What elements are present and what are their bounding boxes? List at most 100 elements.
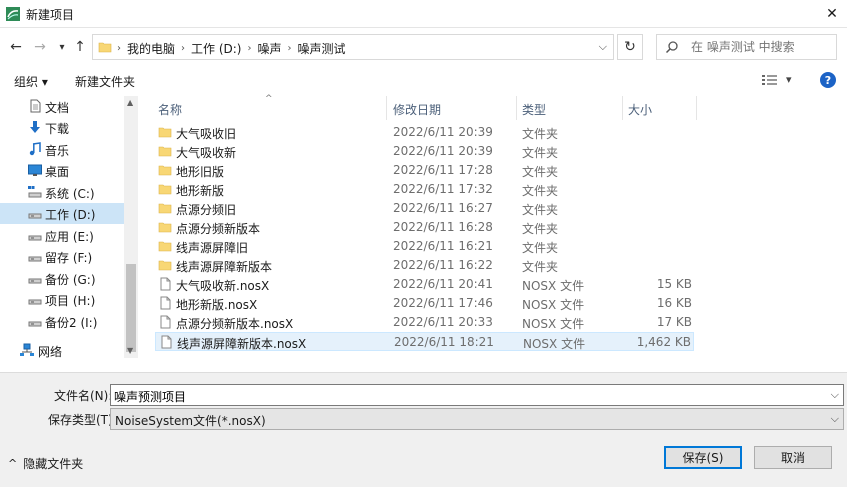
- breadcrumb-item[interactable]: 噪声: [257, 40, 281, 57]
- save-form: 文件名(N): ⌵ 保存类型(T): NoiseSystem文件(*.nosX)…: [0, 372, 847, 487]
- chevron-down-icon[interactable]: ⌵: [831, 388, 839, 402]
- nav-item-drive-g[interactable]: 备份 (G:): [0, 268, 124, 289]
- column-divider[interactable]: [516, 96, 517, 120]
- folder-icon: [158, 127, 172, 138]
- help-button[interactable]: ?: [820, 72, 836, 88]
- network-icon: [20, 343, 34, 356]
- file-row[interactable]: 大气吸收新.nosX 2022/6/11 20:41 NOSX 文件 15 KB: [155, 275, 694, 294]
- folder-icon: [158, 165, 172, 176]
- column-divider[interactable]: [622, 96, 623, 120]
- file-list: ^ 名称 修改日期 类型 大小 大气吸收旧 2022/6/11 20:39 文件夹大…: [138, 94, 847, 370]
- file-row[interactable]: 大气吸收旧 2022/6/11 20:39 文件夹: [155, 123, 694, 142]
- folder-icon: [98, 42, 112, 53]
- file-size: 1,462 KB: [636, 335, 691, 349]
- forward-button[interactable]: →: [32, 38, 48, 56]
- file-name: 线声源屏障旧: [176, 241, 249, 255]
- nav-item-drive-f[interactable]: 留存 (F:): [0, 246, 124, 267]
- file-icon: [161, 335, 172, 349]
- nav-item-label: 留存 (F:): [45, 251, 93, 265]
- column-size[interactable]: 大小: [628, 101, 652, 118]
- up-arrow-icon: ↑: [74, 39, 86, 55]
- nav-item-drive-d[interactable]: 工作 (D:): [0, 203, 124, 224]
- file-row[interactable]: 点源分频新版本.nosX 2022/6/11 20:33 NOSX 文件 17 KB: [155, 313, 694, 332]
- breadcrumb-item[interactable]: 噪声测试: [298, 40, 346, 57]
- file-row[interactable]: 点源分频新版本 2022/6/11 16:28 文件夹: [155, 218, 694, 237]
- column-divider[interactable]: [386, 96, 387, 120]
- file-date: 2022/6/11 20:39: [393, 144, 493, 158]
- nav-item-drive-c[interactable]: 系统 (C:): [0, 182, 124, 203]
- file-type: NOSX 文件: [523, 337, 586, 351]
- command-bar: 组织 ▾ 新建文件夹 ▾ ?: [0, 68, 847, 94]
- filename-input[interactable]: [114, 388, 814, 404]
- column-type[interactable]: 类型: [522, 101, 546, 118]
- drive-icon: [28, 235, 42, 241]
- column-name[interactable]: 名称: [158, 101, 182, 118]
- file-row[interactable]: 线声源屏障新版本.nosX 2022/6/11 18:21 NOSX 文件 1,462…: [155, 332, 694, 351]
- file-type: 文件夹: [522, 203, 559, 217]
- file-size: 16 KB: [656, 296, 692, 310]
- chevron-down-icon: ▾: [59, 41, 65, 53]
- close-button[interactable]: ✕: [817, 0, 847, 28]
- filename-box[interactable]: ⌵: [110, 384, 844, 406]
- nav-item-label: 音乐: [45, 144, 70, 158]
- breadcrumb-separator: ›: [181, 43, 186, 54]
- scroll-down-icon[interactable]: ▼: [127, 346, 133, 355]
- folder-icon: [158, 222, 172, 233]
- file-row[interactable]: 大气吸收新 2022/6/11 20:39 文件夹: [155, 142, 694, 161]
- file-size: 17 KB: [656, 315, 692, 329]
- file-type: 文件夹: [522, 165, 559, 179]
- file-name: 地形新版.nosX: [176, 298, 258, 312]
- breadcrumb-item[interactable]: 我的电脑: [127, 40, 175, 57]
- drive-icon: [28, 256, 42, 262]
- nav-item-downloads[interactable]: 下载: [0, 117, 124, 138]
- address-dropdown-icon[interactable]: ⌵: [599, 40, 607, 54]
- cancel-button[interactable]: 取消: [754, 446, 832, 469]
- file-row[interactable]: 线声源屏障旧 2022/6/11 16:21 文件夹: [155, 237, 694, 256]
- forward-icon: →: [34, 39, 46, 55]
- file-row[interactable]: 地形新版 2022/6/11 17:32 文件夹: [155, 180, 694, 199]
- view-options-button[interactable]: ▾: [762, 73, 792, 86]
- breadcrumb-item[interactable]: 工作 (D:): [191, 40, 241, 57]
- save-button[interactable]: 保存(S): [664, 446, 742, 469]
- column-modified[interactable]: 修改日期: [393, 101, 441, 118]
- refresh-button[interactable]: ↻: [617, 34, 643, 60]
- nav-item-music[interactable]: 音乐: [0, 139, 124, 160]
- nav-item-network[interactable]: 网络: [0, 340, 124, 361]
- filetype-select[interactable]: NoiseSystem文件(*.nosX) ⌵: [110, 408, 844, 430]
- file-date: 2022/6/11 16:21: [393, 239, 493, 253]
- up-button[interactable]: ↑: [72, 38, 88, 56]
- organize-button[interactable]: 组织 ▾: [14, 73, 48, 90]
- scroll-up-icon[interactable]: ▲: [127, 98, 133, 107]
- scrollbar-thumb[interactable]: [126, 264, 136, 352]
- nav-item-label: 工作 (D:): [45, 208, 96, 222]
- file-row[interactable]: 地形新版.nosX 2022/6/11 17:46 NOSX 文件 16 KB: [155, 294, 694, 313]
- file-date: 2022/6/11 17:32: [393, 182, 493, 196]
- hide-folders-button[interactable]: ^ 隐藏文件夹: [8, 455, 83, 472]
- file-row[interactable]: 线声源屏障新版本 2022/6/11 16:22 文件夹: [155, 256, 694, 275]
- file-name: 点源分频旧: [176, 203, 237, 217]
- drive-icon: [28, 299, 42, 305]
- file-name: 点源分频新版本: [176, 222, 261, 236]
- filename-label: 文件名(N):: [54, 389, 113, 403]
- back-button[interactable]: ←: [8, 38, 24, 56]
- column-divider[interactable]: [696, 96, 697, 120]
- search-input[interactable]: [691, 39, 831, 55]
- nav-item-drive-i[interactable]: 备份2 (I:): [0, 311, 124, 332]
- document-icon: [30, 99, 41, 113]
- address-box[interactable]: › 我的电脑 › 工作 (D:) › 噪声 › 噪声测试 ⌵: [92, 34, 614, 60]
- nav-item-desktop[interactable]: 桌面: [0, 160, 124, 181]
- nav-item-drive-h[interactable]: 项目 (H:): [0, 289, 124, 310]
- window-title: 新建项目: [26, 8, 75, 22]
- nav-item-drive-e[interactable]: 应用 (E:): [0, 225, 124, 246]
- file-row[interactable]: 点源分频旧 2022/6/11 16:27 文件夹: [155, 199, 694, 218]
- new-folder-button[interactable]: 新建文件夹: [75, 73, 135, 90]
- file-row[interactable]: 地形旧版 2022/6/11 17:28 文件夹: [155, 161, 694, 180]
- nav-item-documents[interactable]: 文档: [0, 96, 124, 117]
- breadcrumb-separator: ›: [287, 43, 292, 54]
- breadcrumb-separator: ›: [117, 43, 121, 54]
- back-icon: ←: [10, 39, 22, 55]
- recent-locations-button[interactable]: ▾: [54, 38, 70, 56]
- file-icon: [160, 296, 171, 310]
- navigation-scrollbar[interactable]: ▲ ▼: [124, 96, 138, 358]
- search-box[interactable]: [656, 34, 837, 60]
